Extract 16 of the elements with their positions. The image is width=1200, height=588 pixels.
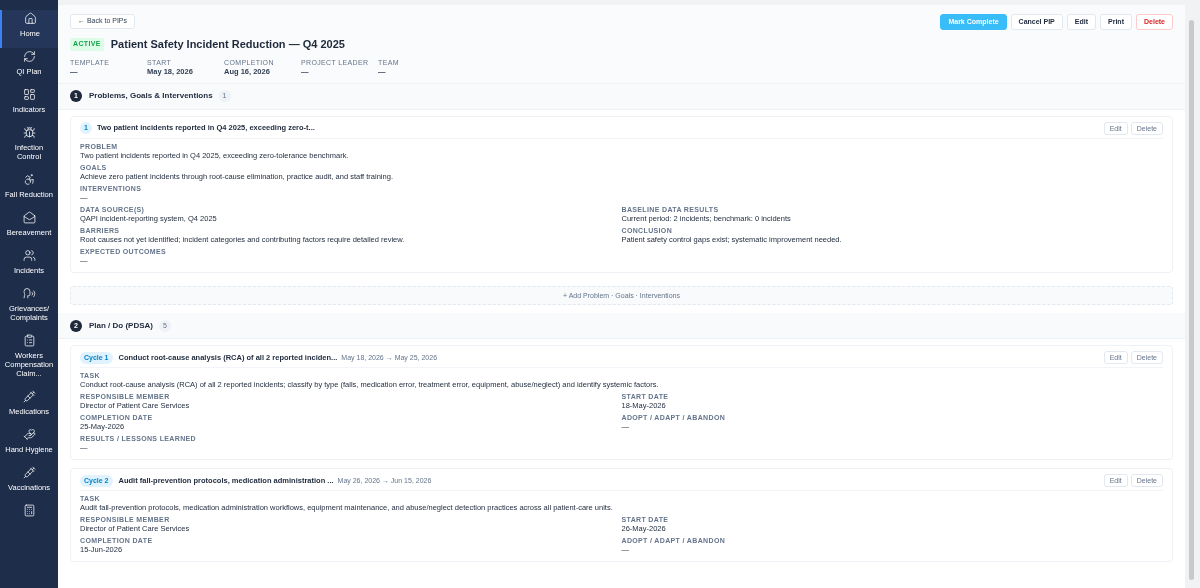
calculator-icon (22, 504, 36, 517)
envelope-icon (22, 211, 36, 224)
home-icon (23, 12, 37, 25)
scrollbar[interactable] (1189, 20, 1194, 580)
syringe-icon (22, 466, 36, 479)
page-title: Patient Safety Incident Reduction — Q4 2025 (110, 37, 345, 52)
section-title: Plan / Do (PDSA) (89, 319, 153, 332)
refresh-icon (22, 50, 36, 63)
bug-icon (22, 126, 36, 139)
syringe-icon (22, 390, 36, 403)
wheelchair-icon (22, 173, 36, 186)
speaking-person-icon (22, 287, 36, 300)
hand-heart-icon (22, 428, 36, 441)
section-title: Problems, Goals & Interventions (89, 90, 213, 102)
clipboard-icon (22, 334, 36, 347)
people-icon (22, 249, 36, 262)
